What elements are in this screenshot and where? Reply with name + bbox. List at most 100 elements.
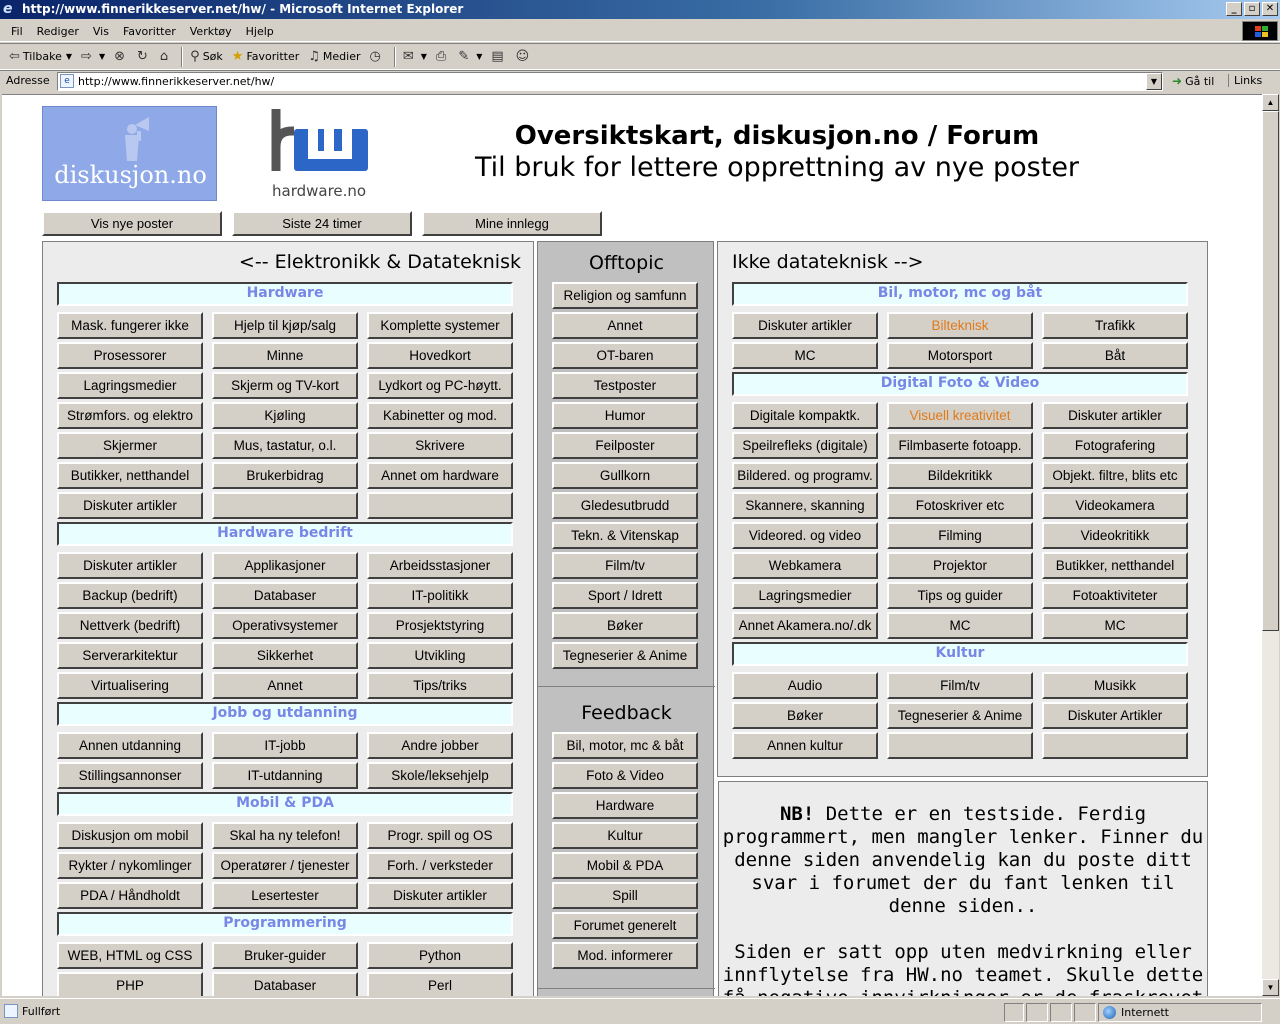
- forum-button-diskuter-artikler[interactable]: Diskuter artikler: [367, 882, 513, 909]
- forum-button-nettverk-bedrift[interactable]: Nettverk (bedrift): [57, 612, 203, 639]
- forum-button-annet[interactable]: Annet: [212, 672, 358, 699]
- scroll-thumb[interactable]: [1262, 111, 1279, 631]
- refresh-button[interactable]: ↻: [134, 46, 154, 68]
- forum-button-bildekritikk[interactable]: Bildekritikk: [887, 462, 1033, 489]
- forum-button-fotoskriver-etc[interactable]: Fotoskriver etc: [887, 492, 1033, 519]
- forum-button-empty[interactable]: [367, 492, 513, 519]
- forum-button-ot-baren[interactable]: OT-baren: [552, 342, 698, 369]
- forum-button-bat[interactable]: Båt: [1042, 342, 1188, 369]
- mail-button[interactable]: ✉ ▼: [400, 46, 430, 68]
- forum-button-religion-og-samfunn[interactable]: Religion og samfunn: [552, 282, 698, 309]
- forum-button-film-tv[interactable]: Film/tv: [887, 672, 1033, 699]
- forum-button-andre-jobber[interactable]: Andre jobber: [367, 732, 513, 759]
- forum-button-annet-om-hardware[interactable]: Annet om hardware: [367, 462, 513, 489]
- forum-button-foto-video[interactable]: Foto & Video: [552, 762, 698, 789]
- forum-button-objekt-filtre-blits-etc[interactable]: Objekt. filtre, blits etc: [1042, 462, 1188, 489]
- menu-rediger[interactable]: Rediger: [30, 25, 86, 38]
- forum-button-empty[interactable]: [887, 732, 1033, 759]
- forum-button-diskuter-artikler[interactable]: Diskuter artikler: [57, 552, 203, 579]
- forum-button-hovedkort[interactable]: Hovedkort: [367, 342, 513, 369]
- home-button[interactable]: ⌂: [157, 46, 174, 68]
- forum-button-empty[interactable]: [1042, 732, 1188, 759]
- forum-button-sikkerhet[interactable]: Sikkerhet: [212, 642, 358, 669]
- forum-button-prosjektstyring[interactable]: Prosjektstyring: [367, 612, 513, 639]
- menu-hjelp[interactable]: Hjelp: [239, 25, 281, 38]
- forum-button-mod-informerer[interactable]: Mod. informerer: [552, 942, 698, 969]
- forum-button-kabinetter-og-mod[interactable]: Kabinetter og mod.: [367, 402, 513, 429]
- forum-button-film-tv[interactable]: Film/tv: [552, 552, 698, 579]
- forum-button-audio[interactable]: Audio: [732, 672, 878, 699]
- messenger-button[interactable]: ☺: [513, 46, 536, 68]
- forum-button-minne[interactable]: Minne: [212, 342, 358, 369]
- forum-button-hardware[interactable]: Hardware: [552, 792, 698, 819]
- section-header[interactable]: Kultur: [732, 642, 1188, 666]
- scroll-down-button[interactable]: ▼: [1262, 979, 1279, 996]
- edit-button[interactable]: ✎ ▼: [455, 46, 485, 68]
- forum-button-mc[interactable]: MC: [887, 612, 1033, 639]
- forum-button-motorsport[interactable]: Motorsport: [887, 342, 1033, 369]
- forum-button-progr-spill-og-os[interactable]: Progr. spill og OS: [367, 822, 513, 849]
- menu-verktoy[interactable]: Verktøy: [183, 25, 239, 38]
- menu-vis[interactable]: Vis: [86, 25, 116, 38]
- forum-button-prosessorer[interactable]: Prosessorer: [57, 342, 203, 369]
- forum-button-butikker-netthandel[interactable]: Butikker, netthandel: [1042, 552, 1188, 579]
- forum-button-applikasjoner[interactable]: Applikasjoner: [212, 552, 358, 579]
- forum-button-diskuter-artikler[interactable]: Diskuter Artikler: [1042, 702, 1188, 729]
- media-button[interactable]: ♫ Medier: [305, 46, 363, 68]
- forum-button-arbeidsstasjoner[interactable]: Arbeidsstasjoner: [367, 552, 513, 579]
- forum-button-filmbaserte-fotoapp[interactable]: Filmbaserte fotoapp.: [887, 432, 1033, 459]
- forum-button-utvikling[interactable]: Utvikling: [367, 642, 513, 669]
- menu-favoritter[interactable]: Favoritter: [116, 25, 183, 38]
- forum-button-komplette-systemer[interactable]: Komplette systemer: [367, 312, 513, 339]
- hardware-logo[interactable]: hardware.no: [264, 107, 374, 202]
- forum-button-mus-tastatur-o-l[interactable]: Mus, tastatur, o.l.: [212, 432, 358, 459]
- address-input[interactable]: e http://www.finnerikkeserver.net/hw/ ▼: [57, 72, 1163, 91]
- go-button[interactable]: ➜ Gå til: [1172, 74, 1214, 88]
- forum-button-visuell-kreativitet[interactable]: Visuell kreativitet: [887, 402, 1033, 429]
- close-button[interactable]: ✕: [1262, 2, 1278, 16]
- forum-button-mobil-pda[interactable]: Mobil & PDA: [552, 852, 698, 879]
- forum-button-tegneserier-anime[interactable]: Tegneserier & Anime: [887, 702, 1033, 729]
- section-header[interactable]: Jobb og utdanning: [57, 702, 513, 726]
- forum-button-python[interactable]: Python: [367, 942, 513, 969]
- forum-button-annen-kultur[interactable]: Annen kultur: [732, 732, 878, 759]
- forum-button-pda-handholdt[interactable]: PDA / Håndholdt: [57, 882, 203, 909]
- stop-button[interactable]: ⊗: [111, 46, 131, 68]
- forum-button-musikk[interactable]: Musikk: [1042, 672, 1188, 699]
- menu-fil[interactable]: Fil: [4, 25, 30, 38]
- forum-button-videored-og-video[interactable]: Videored. og video: [732, 522, 878, 549]
- print-button[interactable]: ⎙: [433, 46, 452, 68]
- forum-button-stillingsannonser[interactable]: Stillingsannonser: [57, 762, 203, 789]
- links-button[interactable]: Links: [1228, 74, 1262, 87]
- forum-button-trafikk[interactable]: Trafikk: [1042, 312, 1188, 339]
- forum-button-operativsystemer[interactable]: Operativsystemer: [212, 612, 358, 639]
- section-header[interactable]: Programmering: [57, 912, 513, 936]
- forum-button-serverarkitektur[interactable]: Serverarkitektur: [57, 642, 203, 669]
- address-dropdown-button[interactable]: ▼: [1146, 73, 1162, 90]
- forum-button-databaser[interactable]: Databaser: [212, 582, 358, 609]
- forum-button-tips-triks[interactable]: Tips/triks: [367, 672, 513, 699]
- forum-button-speilrefleks-digitale[interactable]: Speilrefleks (digitale): [732, 432, 878, 459]
- forum-button-bruker-guider[interactable]: Bruker-guider: [212, 942, 358, 969]
- section-header[interactable]: Digital Foto & Video: [732, 372, 1188, 396]
- scroll-up-button[interactable]: ▲: [1262, 94, 1279, 111]
- new-posts-button[interactable]: Vis nye poster: [42, 211, 222, 236]
- forum-button-boker[interactable]: Bøker: [732, 702, 878, 729]
- forum-button-testposter[interactable]: Testposter: [552, 372, 698, 399]
- forum-button-bildered-og-programv[interactable]: Bildered. og programv.: [732, 462, 878, 489]
- forum-button-virtualisering[interactable]: Virtualisering: [57, 672, 203, 699]
- forum-button-php[interactable]: PHP: [57, 972, 203, 996]
- forum-button-it-jobb[interactable]: IT-jobb: [212, 732, 358, 759]
- forum-button-lydkort-og-pc-hoytt[interactable]: Lydkort og PC-høytt.: [367, 372, 513, 399]
- search-button[interactable]: ⚲ Søk: [187, 46, 226, 68]
- restore-button[interactable]: ▫: [1244, 2, 1260, 16]
- forum-button-it-politikk[interactable]: IT-politikk: [367, 582, 513, 609]
- section-header[interactable]: Bil, motor, mc og båt: [732, 282, 1188, 306]
- forum-button-brukerbidrag[interactable]: Brukerbidrag: [212, 462, 358, 489]
- forum-button-skjerm-og-tv-kort[interactable]: Skjerm og TV-kort: [212, 372, 358, 399]
- forum-button-skjermer[interactable]: Skjermer: [57, 432, 203, 459]
- forum-button-diskuter-artikler[interactable]: Diskuter artikler: [732, 312, 878, 339]
- forum-button-tegneserier-anime[interactable]: Tegneserier & Anime: [552, 642, 698, 669]
- forum-button-databaser[interactable]: Databaser: [212, 972, 358, 996]
- discuss-button[interactable]: ▤: [488, 46, 509, 68]
